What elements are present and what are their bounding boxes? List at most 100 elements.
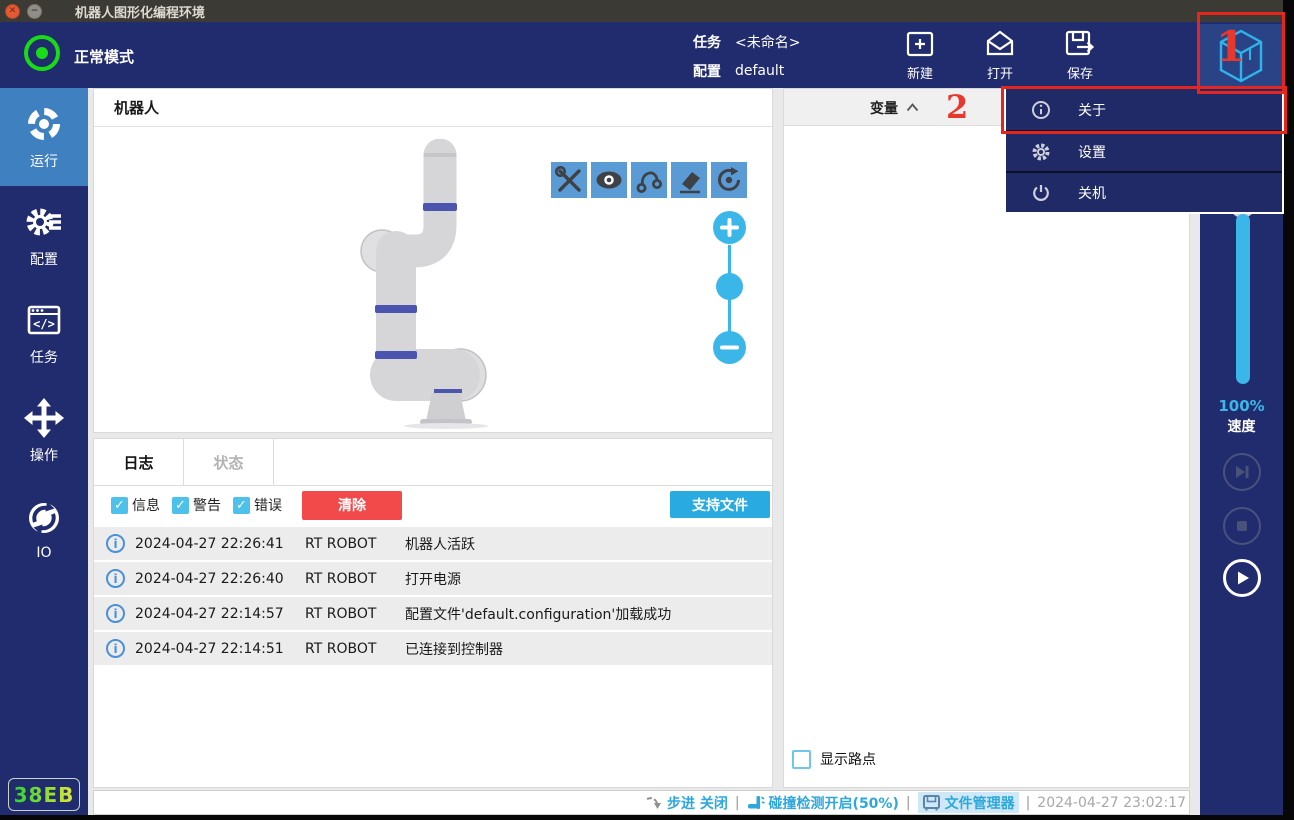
show-waypoints-checkbox[interactable] [792,749,811,769]
nav-sidebar: 运行 配置 </> 任务 操作 IO 38EB [0,88,88,815]
window-title: 机器人图形化编程环境 [75,5,206,21]
status-badge-text: 38EB [13,782,75,807]
run-icon [28,107,60,140]
sidebar-item-task[interactable]: </> 任务 [0,284,88,382]
svg-text:</>: </> [33,317,55,331]
filter-info-checkbox[interactable]: ✓ [111,496,128,514]
log-row[interactable]: i 2024-04-27 22:14:57 RT ROBOT 配置文件'defa… [94,597,772,630]
jog-arrows-icon [24,397,64,438]
menu-item-label: 关机 [1078,185,1106,202]
variables-title: 变量 [870,100,898,117]
robot-panel: 机器人 [93,88,773,433]
io-cycle-icon [29,501,59,534]
filter-error-checkbox[interactable]: ✓ [233,496,250,514]
zoom-slider-handle[interactable] [716,273,743,300]
filter-warning-checkbox[interactable]: ✓ [172,496,189,514]
file-manager-icon [922,794,940,810]
robot-3d-view[interactable] [94,127,772,432]
show-waypoints-label: 显示路点 [820,752,876,768]
sidebar-item-label: 配置 [30,251,58,268]
log-row[interactable]: i 2024-04-27 22:26:41 RT ROBOT 机器人活跃 [94,527,772,560]
clock-text: 2024-04-27 23:02:17 [1037,794,1186,811]
speed-slider-track[interactable] [1236,214,1250,384]
window-close-button[interactable]: ✕ [5,3,20,19]
action-label: 打开 [986,67,1013,82]
task-value: <未命名> [735,34,801,51]
play-button[interactable] [1223,559,1261,597]
filter-warning-label: 警告 [193,498,221,514]
header-actions: 新建 打开 保存 [888,25,1112,85]
chevron-up-icon [906,103,919,112]
reset-view-button[interactable] [711,162,747,198]
power-icon [1033,184,1049,201]
window-minimize-button[interactable]: − [27,3,42,19]
zoom-in-button[interactable] [713,211,746,244]
plus-icon [720,218,739,237]
robot-status-ring-icon [24,35,60,71]
menu-item-shutdown[interactable]: 关机 [1006,171,1282,212]
step-forward-button[interactable] [1223,453,1261,491]
filter-error-label: 错误 [254,498,282,514]
tools-button[interactable] [551,162,587,198]
separator: | [734,794,740,811]
sidebar-item-label: 任务 [30,349,58,366]
speed-label: 速度 [1227,419,1256,435]
log-message: 机器人活跃 [405,536,475,553]
new-task-icon [906,31,934,57]
open-task-icon [986,30,1014,56]
log-message: 已连接到控制器 [405,641,503,658]
action-label: 保存 [1066,67,1093,82]
clear-log-button[interactable]: 清除 [302,490,402,520]
new-task-button[interactable]: 新建 [888,25,952,85]
annotation-step-1: 1 [1216,22,1246,71]
log-message: 打开电源 [405,571,461,588]
collision-text: 碰撞检测开启(50%) [768,795,899,812]
sidebar-item-run[interactable]: 运行 [0,88,88,186]
task-code-icon: </> [27,305,61,334]
zoom-out-button[interactable] [713,331,746,364]
log-row[interactable]: i 2024-04-27 22:14:51 RT ROBOT 已连接到控制器 [94,632,772,665]
log-filters: ✓ 信息 ✓ 警告 ✓ 错误 清除 支持文件 [94,486,772,524]
task-label: 任务 [693,34,721,51]
open-task-button[interactable]: 打开 [968,25,1032,85]
file-manager-button[interactable]: 文件管理器 [917,792,1019,813]
mode-label: 正常模式 [74,48,135,66]
step-mode-toggle[interactable]: 步进 关闭 [645,793,728,813]
tools-icon [555,166,581,192]
visibility-button[interactable] [591,162,627,198]
info-icon: i [106,639,125,658]
step-forward-icon [1236,466,1249,478]
robot-panel-title: 机器人 [114,99,160,117]
log-time: 2024-04-27 22:26:40 [135,570,284,587]
path-icon [636,171,662,193]
sidebar-item-config[interactable]: 配置 [0,186,88,284]
save-task-button[interactable]: 保存 [1048,25,1112,85]
log-time: 2024-04-27 22:26:41 [135,535,284,552]
log-time: 2024-04-27 22:14:57 [135,605,284,622]
sidebar-item-io[interactable]: IO [0,480,88,578]
log-row[interactable]: i 2024-04-27 22:26:40 RT ROBOT 打开电源 [94,562,772,595]
path-button[interactable] [631,162,667,198]
annotation-step-2: 2 [946,88,969,126]
log-message: 配置文件'default.configuration'加载成功 [405,606,672,623]
stop-icon [1237,521,1247,531]
tab-status[interactable]: 状态 [184,439,274,485]
robot-status-dot [36,47,48,59]
titlebar: ✕ − 机器人图形化编程环境 [0,0,1283,22]
speed-percent: 100% [1218,397,1265,415]
minus-icon [720,345,739,350]
collision-detection-toggle[interactable]: 碰撞检测开启(50%) [747,793,899,813]
eraser-button[interactable] [671,162,707,198]
config-value: default [735,62,785,79]
task-info: 任务 <未命名> 配置 default [693,27,800,85]
stop-button[interactable] [1223,507,1261,545]
menu-item-label: 设置 [1078,144,1106,161]
sidebar-item-operate[interactable]: 操作 [0,382,88,480]
variables-collapse-toggle[interactable]: 变量 [784,89,1005,126]
support-files-button[interactable]: 支持文件 [670,491,770,518]
status-badge: 38EB [8,778,80,811]
step-mode-text: 步进 关闭 [666,795,728,812]
menu-item-settings[interactable]: 设置 [1006,130,1282,171]
show-waypoints-row: 显示路点 [792,749,876,769]
tab-log[interactable]: 日志 [94,439,184,485]
